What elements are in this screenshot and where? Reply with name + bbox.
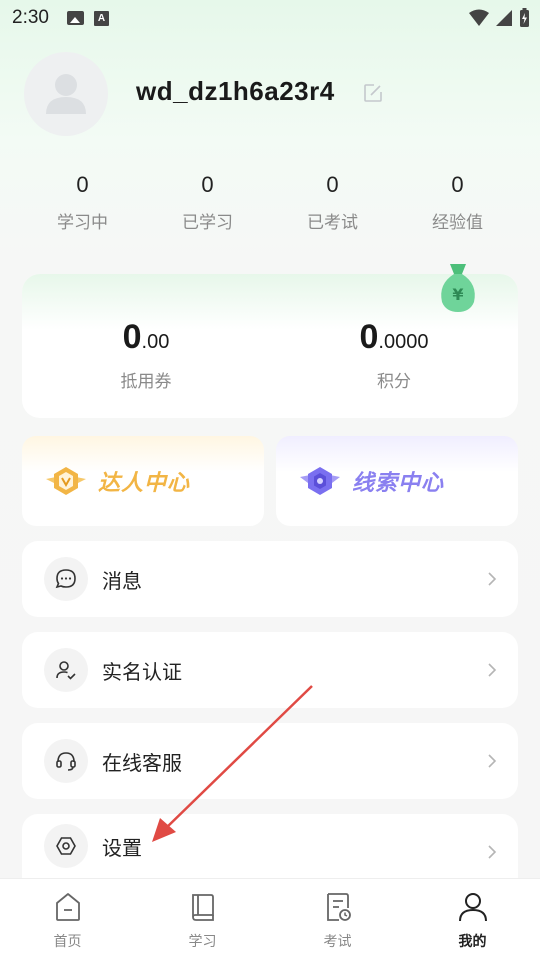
chevron-right-icon (488, 845, 497, 859)
stat-value: 0 (326, 172, 339, 197)
nav-home[interactable]: 首页 (0, 879, 135, 960)
settings-hexagon-icon (44, 824, 88, 868)
nav-label: 首页 (53, 934, 82, 950)
stat-experience[interactable]: 0 经验值 (395, 172, 520, 233)
stats-row: 0 学习中 0 已学习 0 已考试 0 经验值 (20, 172, 520, 233)
menu-label: 设置 (102, 835, 142, 860)
stat-examined[interactable]: 0 已考试 (270, 172, 395, 233)
status-bar: 2:30 A (0, 0, 540, 36)
voucher-dec: .00 (141, 331, 170, 353)
home-icon (55, 893, 80, 921)
clue-center-card[interactable]: 线索中心 (276, 436, 518, 526)
clue-center-label: 线索中心 (352, 471, 445, 496)
nav-exam[interactable]: 考试 (270, 879, 405, 960)
stat-value: 0 (76, 172, 89, 197)
stat-label: 经验值 (432, 213, 483, 233)
profile-icon (458, 893, 487, 922)
voucher-item[interactable]: 0.00 抵用券 (22, 318, 270, 392)
signal-icon (496, 10, 512, 26)
a-notification-icon: A (93, 10, 109, 26)
avatar[interactable] (24, 52, 108, 136)
menu-label: 实名认证 (102, 659, 182, 684)
chevron-right-icon (488, 663, 497, 677)
chevron-right-icon (488, 754, 497, 768)
points-int: 0 (359, 318, 379, 356)
username: wd_dz1h6a23r4 (136, 76, 335, 106)
nav-label: 考试 (323, 934, 352, 950)
voucher-int: 0 (122, 318, 142, 356)
menu-label: 在线客服 (102, 750, 182, 775)
menu-item-messages[interactable]: 消息 (22, 541, 518, 617)
points-value: 0.0000 (270, 318, 518, 357)
points-item[interactable]: 0.0000 积分 (270, 318, 518, 392)
nav-mine[interactable]: 我的 (405, 879, 540, 960)
talent-center-label: 达人中心 (98, 471, 191, 496)
stat-label: 学习中 (57, 213, 108, 233)
status-icons-left: A (66, 10, 109, 26)
exam-icon (326, 893, 351, 921)
user-verify-icon (44, 648, 88, 692)
stat-value: 0 (201, 172, 214, 197)
points-dec: .0000 (378, 331, 429, 353)
svg-text:¥: ¥ (452, 285, 463, 304)
voucher-label: 抵用券 (120, 372, 172, 392)
menu-item-online-service[interactable]: 在线客服 (22, 723, 518, 799)
stat-label: 已学习 (182, 213, 233, 233)
wifi-icon (469, 9, 489, 26)
clue-badge-icon (300, 467, 340, 495)
menu-item-settings[interactable]: 设置 (22, 814, 518, 878)
points-label: 积分 (377, 372, 411, 392)
battery-icon (520, 8, 529, 27)
headset-icon (44, 739, 88, 783)
crown-badge-icon (46, 467, 86, 495)
edit-icon[interactable] (362, 82, 384, 104)
chat-bubble-icon (44, 557, 88, 601)
stat-value: 0 (451, 172, 464, 197)
nav-label: 我的 (458, 934, 487, 950)
nav-study[interactable]: 学习 (135, 879, 270, 960)
stat-label: 已考试 (307, 213, 358, 233)
menu-label: 消息 (102, 568, 142, 593)
gallery-icon (66, 11, 84, 25)
stat-learned[interactable]: 0 已学习 (145, 172, 270, 233)
book-icon (191, 894, 214, 921)
bottom-nav: 首页 学习 考试 我的 (0, 878, 540, 960)
default-avatar-icon (46, 74, 86, 114)
chevron-right-icon (488, 572, 497, 586)
menu-item-real-name-auth[interactable]: 实名认证 (22, 632, 518, 708)
stat-learning[interactable]: 0 学习中 (20, 172, 145, 233)
nav-label: 学习 (188, 934, 217, 950)
talent-center-card[interactable]: 达人中心 (22, 436, 264, 526)
money-bag-icon: ¥ (441, 264, 475, 312)
voucher-value: 0.00 (22, 318, 270, 357)
status-time: 2:30 (12, 7, 49, 28)
status-icons-right (469, 8, 530, 28)
